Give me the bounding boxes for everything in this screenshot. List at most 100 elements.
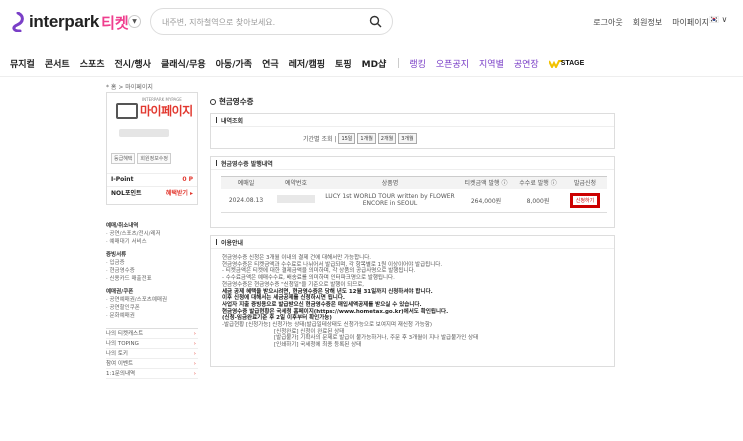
ipoint-label: I-Point: [111, 175, 134, 183]
cell-booking-no: [271, 188, 321, 213]
menu-item-waitlist[interactable]: · 예매대기 서비스: [106, 238, 198, 246]
circle-bullet-icon: [210, 98, 216, 105]
page-title-text: 현금영수증: [219, 97, 254, 106]
menu-item-booking[interactable]: · 공연/스포츠/전시/레저: [106, 230, 198, 238]
search-icon[interactable]: [369, 15, 382, 28]
nav-venue[interactable]: 공연장: [514, 57, 539, 70]
menu-heading-booking[interactable]: 예매/취소내역: [106, 222, 198, 230]
menu-item-culture-voucher[interactable]: · 문화예매권: [106, 312, 198, 320]
guide-line: 현금영수증은 현금영수증 "신청일"을 기준으로 발행이 되므로,: [222, 281, 365, 288]
chevron-right-icon: ›: [193, 331, 196, 337]
nav-toping[interactable]: 토핑: [335, 57, 352, 70]
guide-line: - 수수료금액은 예매수수료, 배송료를 의미하며 인터파크명으로 발행됩니다.: [222, 275, 395, 282]
nav-exhibition[interactable]: 전시/행사: [115, 57, 151, 70]
guide-line: [인쇄하기] 국세청에 최종 등록된 상태: [274, 342, 362, 349]
guide-line: 현금영수증 신청은 3개월 이내의 결제 건에 대해서만 가능합니다.: [222, 255, 372, 261]
period-3m-button[interactable]: 3개월: [398, 133, 417, 144]
nav-mdshop[interactable]: MD샵: [362, 57, 387, 70]
header: interpark 티켓 ▼ 로그아웃 회원정보 마이페이지 🇰🇷 ∨: [0, 0, 743, 46]
nav-stage[interactable]: STAGE: [561, 60, 585, 67]
search-period-box: 내역조회 기간별 조회 | 15일 1개월 2개월 3개월: [210, 113, 615, 149]
monitor-icon: [116, 102, 138, 119]
grade-benefit-button[interactable]: 등급혜택: [111, 153, 136, 164]
list-item-label: 참여 이벤트: [106, 361, 134, 367]
issue-history-title: 현금영수증 발행내역: [221, 160, 273, 168]
user-name-redacted: [119, 129, 169, 137]
nav-region[interactable]: 지역별: [479, 57, 504, 70]
menu-item-voucher[interactable]: · 공연예매권/스포츠예매권: [106, 296, 198, 304]
interpark-swirl-icon: [12, 12, 24, 32]
period-2m-button[interactable]: 2개월: [377, 133, 397, 144]
search-period-header: 내역조회: [211, 114, 614, 127]
list-item[interactable]: 1:1문의내역 ›: [106, 369, 198, 379]
menu-item-cash-receipt[interactable]: · 현금영수증: [106, 267, 198, 275]
nav-classic[interactable]: 클래식/무용: [161, 57, 206, 70]
period-label: 기간별 조회 |: [303, 136, 337, 143]
menu-item-card-slip[interactable]: · 신용카드 매출전표: [106, 275, 198, 283]
interpark-logo[interactable]: interpark 티켓: [10, 11, 129, 33]
menu-heading-documents[interactable]: 증빙서류: [106, 251, 198, 259]
sidebar-list: 나의 티켓캐스트 › 나의 TOPING › 나의 토키 › 참여 이벤트 › 1:1문…: [106, 328, 198, 379]
page-title: 현금영수증: [210, 96, 615, 107]
logout-link[interactable]: 로그아웃: [593, 17, 622, 28]
menu-item-deposit[interactable]: · 입금증: [106, 259, 198, 267]
cell-apply: 신청하기: [563, 188, 607, 213]
nol-point-value: 혜택받기 ▸: [165, 189, 193, 197]
nol-point-label: NOL포인트: [111, 189, 142, 197]
member-info-link[interactable]: 회원정보: [633, 17, 662, 28]
search-input[interactable]: [162, 14, 362, 30]
nav-theater[interactable]: 연극: [262, 57, 279, 70]
chevron-right-icon: ›: [193, 351, 196, 357]
issue-history-box: 현금영수증 발행내역 예매일 예약번호 상품명 티켓금액 발행 ⓘ 수수료 발행…: [210, 156, 615, 228]
list-item[interactable]: 나의 티켓캐스트 ›: [106, 329, 198, 339]
grade-buttons: 등급혜택 회원정보수정: [111, 153, 172, 164]
breadcrumb: * 홈 > 마이페이지: [106, 84, 153, 91]
nav-concert[interactable]: 콘서트: [45, 57, 70, 70]
guide-line: 이후 신청에 대해서는 세금공제를 신청하시면 됩니다.: [222, 295, 345, 302]
cell-fee-amount: 8,000원: [513, 188, 563, 213]
ipoint-row[interactable]: I-Point 0 P: [107, 173, 197, 184]
list-item[interactable]: 참여 이벤트 ›: [106, 359, 198, 369]
usage-guide-title: 이용안내: [221, 239, 244, 247]
col-ticket-amount: 티켓금액 발행 ⓘ: [459, 176, 513, 189]
issue-history-header: 현금영수증 발행내역: [211, 157, 614, 170]
list-item-label: 1:1문의내역: [106, 371, 136, 377]
mypage-link[interactable]: 마이페이지: [672, 17, 709, 28]
main-content: 현금영수증 내역조회 기간별 조회 | 15일 1개월 2개월 3개월 현금영수…: [210, 96, 615, 367]
nav-sports[interactable]: 스포츠: [80, 57, 105, 70]
nav-leisure[interactable]: 레저/캠핑: [289, 57, 325, 70]
booking-no-redacted: [277, 195, 315, 204]
list-item[interactable]: 나의 토키 ›: [106, 349, 198, 359]
mypage-card: 마이페이지 INTERPARK MYPAGE 등급혜택 회원정보수정 I-Poi…: [106, 92, 198, 205]
nav-open-notice[interactable]: 오픈공지: [436, 57, 469, 70]
nav-divider: [398, 58, 400, 68]
search-box[interactable]: [150, 8, 393, 35]
top-links: 로그아웃 회원정보 마이페이지: [593, 17, 709, 28]
cell-ticket-amount: 264,000원: [459, 188, 513, 213]
menu-heading-coupons[interactable]: 예매권/쿠폰: [106, 288, 198, 296]
nol-point-row[interactable]: NOL포인트 혜택받기 ▸: [107, 186, 197, 197]
menu-item-coupon[interactable]: · 공연할인쿠폰: [106, 304, 198, 312]
mypage-logo: 마이페이지 INTERPARK MYPAGE: [116, 97, 193, 119]
list-item[interactable]: 나의 TOPING ›: [106, 339, 198, 349]
ipoint-value: 0 P: [182, 175, 193, 183]
period-1m-button[interactable]: 1개월: [357, 133, 376, 144]
period-15d-button[interactable]: 15일: [338, 133, 356, 144]
bar-icon: [216, 117, 217, 123]
nav-musical[interactable]: 뮤지컬: [10, 57, 35, 70]
mypage-title: 마이페이지: [140, 104, 193, 118]
bar-icon: [216, 160, 217, 166]
nav-ranking[interactable]: 랭킹: [409, 57, 426, 70]
brand-ticket: 티켓: [101, 14, 129, 32]
apply-button[interactable]: 신청하기: [569, 192, 601, 208]
chevron-right-icon: ›: [193, 341, 196, 347]
col-date: 예매일: [221, 176, 271, 189]
usage-guide-header: 이용안내: [211, 236, 614, 249]
nav-kids[interactable]: 아동/가족: [216, 57, 252, 70]
service-dropdown-icon[interactable]: ▼: [128, 15, 141, 28]
col-product: 상품명: [321, 176, 459, 189]
language-selector[interactable]: 🇰🇷 ∨: [709, 15, 727, 24]
edit-profile-button[interactable]: 회원정보수정: [137, 153, 172, 164]
chevron-right-icon: ›: [193, 361, 196, 367]
bar-icon: [216, 239, 217, 245]
